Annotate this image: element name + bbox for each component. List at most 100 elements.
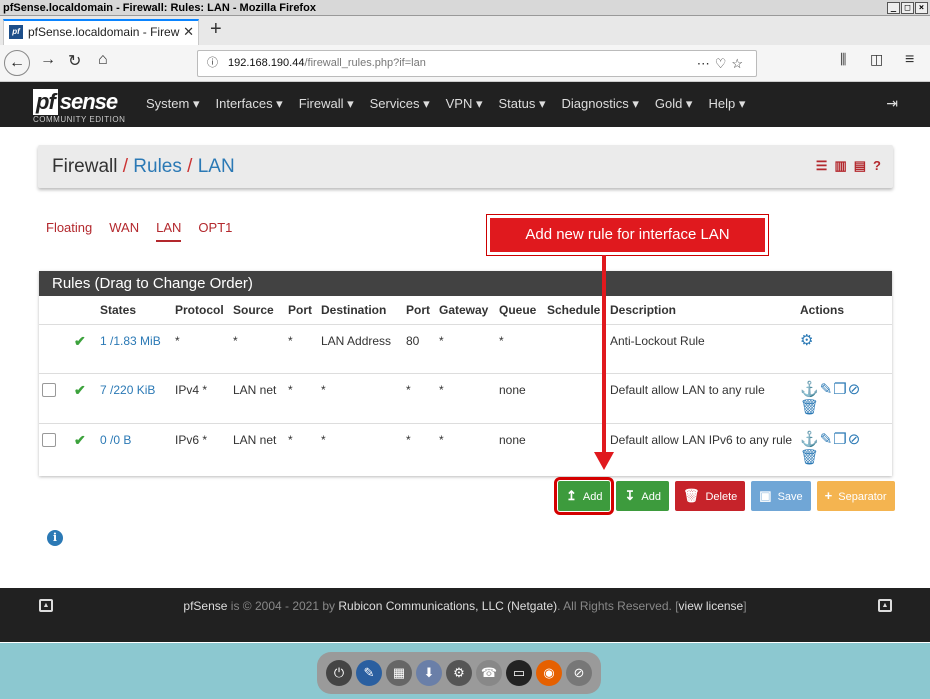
settings-icon[interactable]: ⚙ (446, 660, 472, 686)
menu-system[interactable]: System ▾ (146, 96, 199, 112)
column-header (39, 296, 71, 324)
home-icon[interactable]: ⌂ (98, 51, 108, 69)
anchor-icon[interactable]: ⚓ (800, 431, 820, 448)
tab-lan[interactable]: LAN (156, 220, 182, 242)
tab-wan[interactable]: WAN (109, 220, 139, 242)
breadcrumb-lan[interactable]: LAN (198, 156, 235, 177)
info-icon[interactable]: i (47, 530, 63, 546)
power-icon[interactable]: ⏻ (326, 660, 352, 686)
hamburger-menu-icon[interactable]: ≡ (905, 51, 914, 69)
page-actions-icon[interactable]: ⋯♡☆ (697, 51, 748, 76)
menu-status[interactable]: Status ▾ (499, 96, 546, 112)
destination-cell: * (318, 372, 403, 423)
anchor-icon[interactable]: ⚓ (800, 381, 820, 398)
main-menu: System ▾ Interfaces ▾ Firewall ▾ Service… (146, 96, 761, 112)
separator-button[interactable]: + Separator (816, 481, 895, 511)
destination-port-cell: * (403, 372, 436, 423)
forward-icon[interactable]: → (40, 51, 56, 69)
table-row[interactable]: ✔ 0 /0 B IPv6 * LAN net * * * * none Def… (39, 422, 892, 473)
browser-tabbar: pf pfSense.localdomain - Firew ✕ + (0, 16, 930, 45)
destination-cell: LAN Address (318, 323, 403, 373)
bar-chart-icon[interactable]: ▥ (834, 158, 846, 174)
add-bottom-button[interactable]: ↧ Add (616, 481, 669, 511)
close-tab-icon[interactable]: ✕ (183, 21, 194, 43)
copy-icon[interactable]: ❐ (833, 381, 847, 398)
reload-icon[interactable]: ↻ (68, 51, 81, 71)
help-icon[interactable]: ? (873, 158, 881, 174)
netgate-link[interactable]: Rubicon Communications, LLC (Netgate) (338, 599, 557, 613)
protocol-cell: * (172, 323, 230, 373)
states-cell[interactable]: 0 /0 B (97, 422, 172, 473)
image-viewer-icon[interactable]: ▦ (386, 660, 412, 686)
annotation-arrowhead (594, 452, 614, 470)
gear-icon[interactable]: ⚙ (800, 332, 814, 349)
add-top-button[interactable]: ↥ Add (553, 477, 615, 515)
annotation-callout: Add new rule for interface LAN (487, 215, 768, 255)
new-tab-icon[interactable]: + (210, 18, 222, 41)
trash-icon[interactable]: 🗑 (800, 399, 820, 416)
window-titlebar: pfSense.localdomain - Firewall: Rules: L… (0, 0, 930, 16)
view-license-link[interactable]: view license (679, 599, 744, 613)
disable-icon[interactable]: ⊘ (848, 431, 862, 448)
tab-opt1[interactable]: OPT1 (198, 220, 232, 242)
site-info-icon[interactable]: ⓘ (207, 51, 218, 76)
close-window-icon[interactable]: × (915, 2, 928, 14)
rules-panel-title: Rules (Drag to Change Order) (39, 271, 892, 296)
menu-help[interactable]: Help ▾ (708, 96, 745, 112)
pencil-icon[interactable]: ✎ (820, 381, 834, 398)
disable-icon[interactable]: ⊘ (848, 381, 862, 398)
protocol-cell: IPv6 * (172, 422, 230, 473)
pencil-icon[interactable]: ✎ (820, 431, 834, 448)
action-buttons: ↥ Add ↧ Add 🗑 Delete ▣ Save + Separator (553, 477, 895, 515)
pfsense-navbar: pf sense COMMUNITY EDITION System ▾ Inter… (0, 82, 930, 127)
table-row[interactable]: ✔ 1 /1.83 MiB * * * LAN Address 80 * * A… (39, 323, 892, 373)
states-cell[interactable]: 7 /220 KiB (97, 372, 172, 423)
copy-icon[interactable]: ❐ (833, 431, 847, 448)
breadcrumb-rules[interactable]: Rules (133, 156, 182, 177)
library-icon[interactable]: ⫼ (840, 51, 846, 68)
terminal-icon[interactable]: ▭ (506, 660, 532, 686)
network-icon[interactable]: ☎ (476, 660, 502, 686)
source-port-cell: * (285, 323, 318, 373)
column-header: Protocol (175, 302, 224, 317)
minimize-icon[interactable]: _ (887, 2, 900, 14)
url-path: /firewall_rules.php?if=lan (304, 57, 426, 69)
protocol-cell: IPv4 * (172, 372, 230, 423)
menu-gold[interactable]: Gold ▾ (655, 96, 693, 112)
row-checkbox[interactable] (42, 382, 56, 397)
logout-icon[interactable]: ⇥ (886, 95, 898, 112)
row-checkbox[interactable] (42, 432, 56, 447)
sliders-icon[interactable]: ☰ (816, 158, 828, 174)
description-cell: Anti-Lockout Rule (607, 323, 797, 373)
pfsense-logo[interactable]: pf sense (33, 89, 118, 115)
sidebar-icon[interactable]: ◫ (870, 51, 883, 68)
column-header: Port (288, 302, 312, 317)
scroll-top-icon[interactable]: ▲ (878, 599, 892, 612)
browser-tab[interactable]: pf pfSense.localdomain - Firew ✕ (3, 19, 199, 45)
download-icon[interactable]: ⬇ (416, 660, 442, 686)
save-button[interactable]: ▣ Save (751, 481, 811, 511)
menu-firewall[interactable]: Firewall ▾ (299, 96, 354, 112)
tab-floating[interactable]: Floating (46, 220, 92, 242)
table-row[interactable]: ✔ 7 /220 KiB IPv4 * LAN net * * * * none… (39, 372, 892, 423)
back-icon[interactable]: ← (4, 50, 30, 76)
check-icon: ✔ (74, 332, 86, 349)
table-icon[interactable]: ▤ (854, 158, 866, 174)
desktop-taskbar: ⏻ ✎ ▦ ⬇ ⚙ ☎ ▭ ◉ ⊘ (0, 643, 930, 699)
menu-interfaces[interactable]: Interfaces ▾ (215, 96, 282, 112)
url-bar[interactable]: ⓘ 192.168.190.44/firewall_rules.php?if=l… (197, 50, 757, 77)
delete-button[interactable]: 🗑 Delete (674, 481, 746, 511)
menu-services[interactable]: Services ▾ (370, 96, 430, 112)
menu-vpn[interactable]: VPN ▾ (446, 96, 483, 112)
maximize-icon[interactable]: □ (901, 2, 914, 14)
menu-diagnostics[interactable]: Diagnostics ▾ (562, 96, 639, 112)
gateway-cell: * (436, 323, 496, 373)
page-title: Firewall / Rules / LAN (52, 156, 235, 178)
states-cell[interactable]: 1 /1.83 MiB (97, 323, 172, 373)
browser-icon[interactable]: ⊘ (566, 660, 592, 686)
pen-icon[interactable]: ✎ (356, 660, 382, 686)
trash-icon[interactable]: 🗑 (800, 449, 820, 466)
column-header: Queue (499, 302, 537, 317)
url-host: 192.168.190.44 (228, 57, 305, 69)
firefox-icon[interactable]: ◉ (536, 660, 562, 686)
